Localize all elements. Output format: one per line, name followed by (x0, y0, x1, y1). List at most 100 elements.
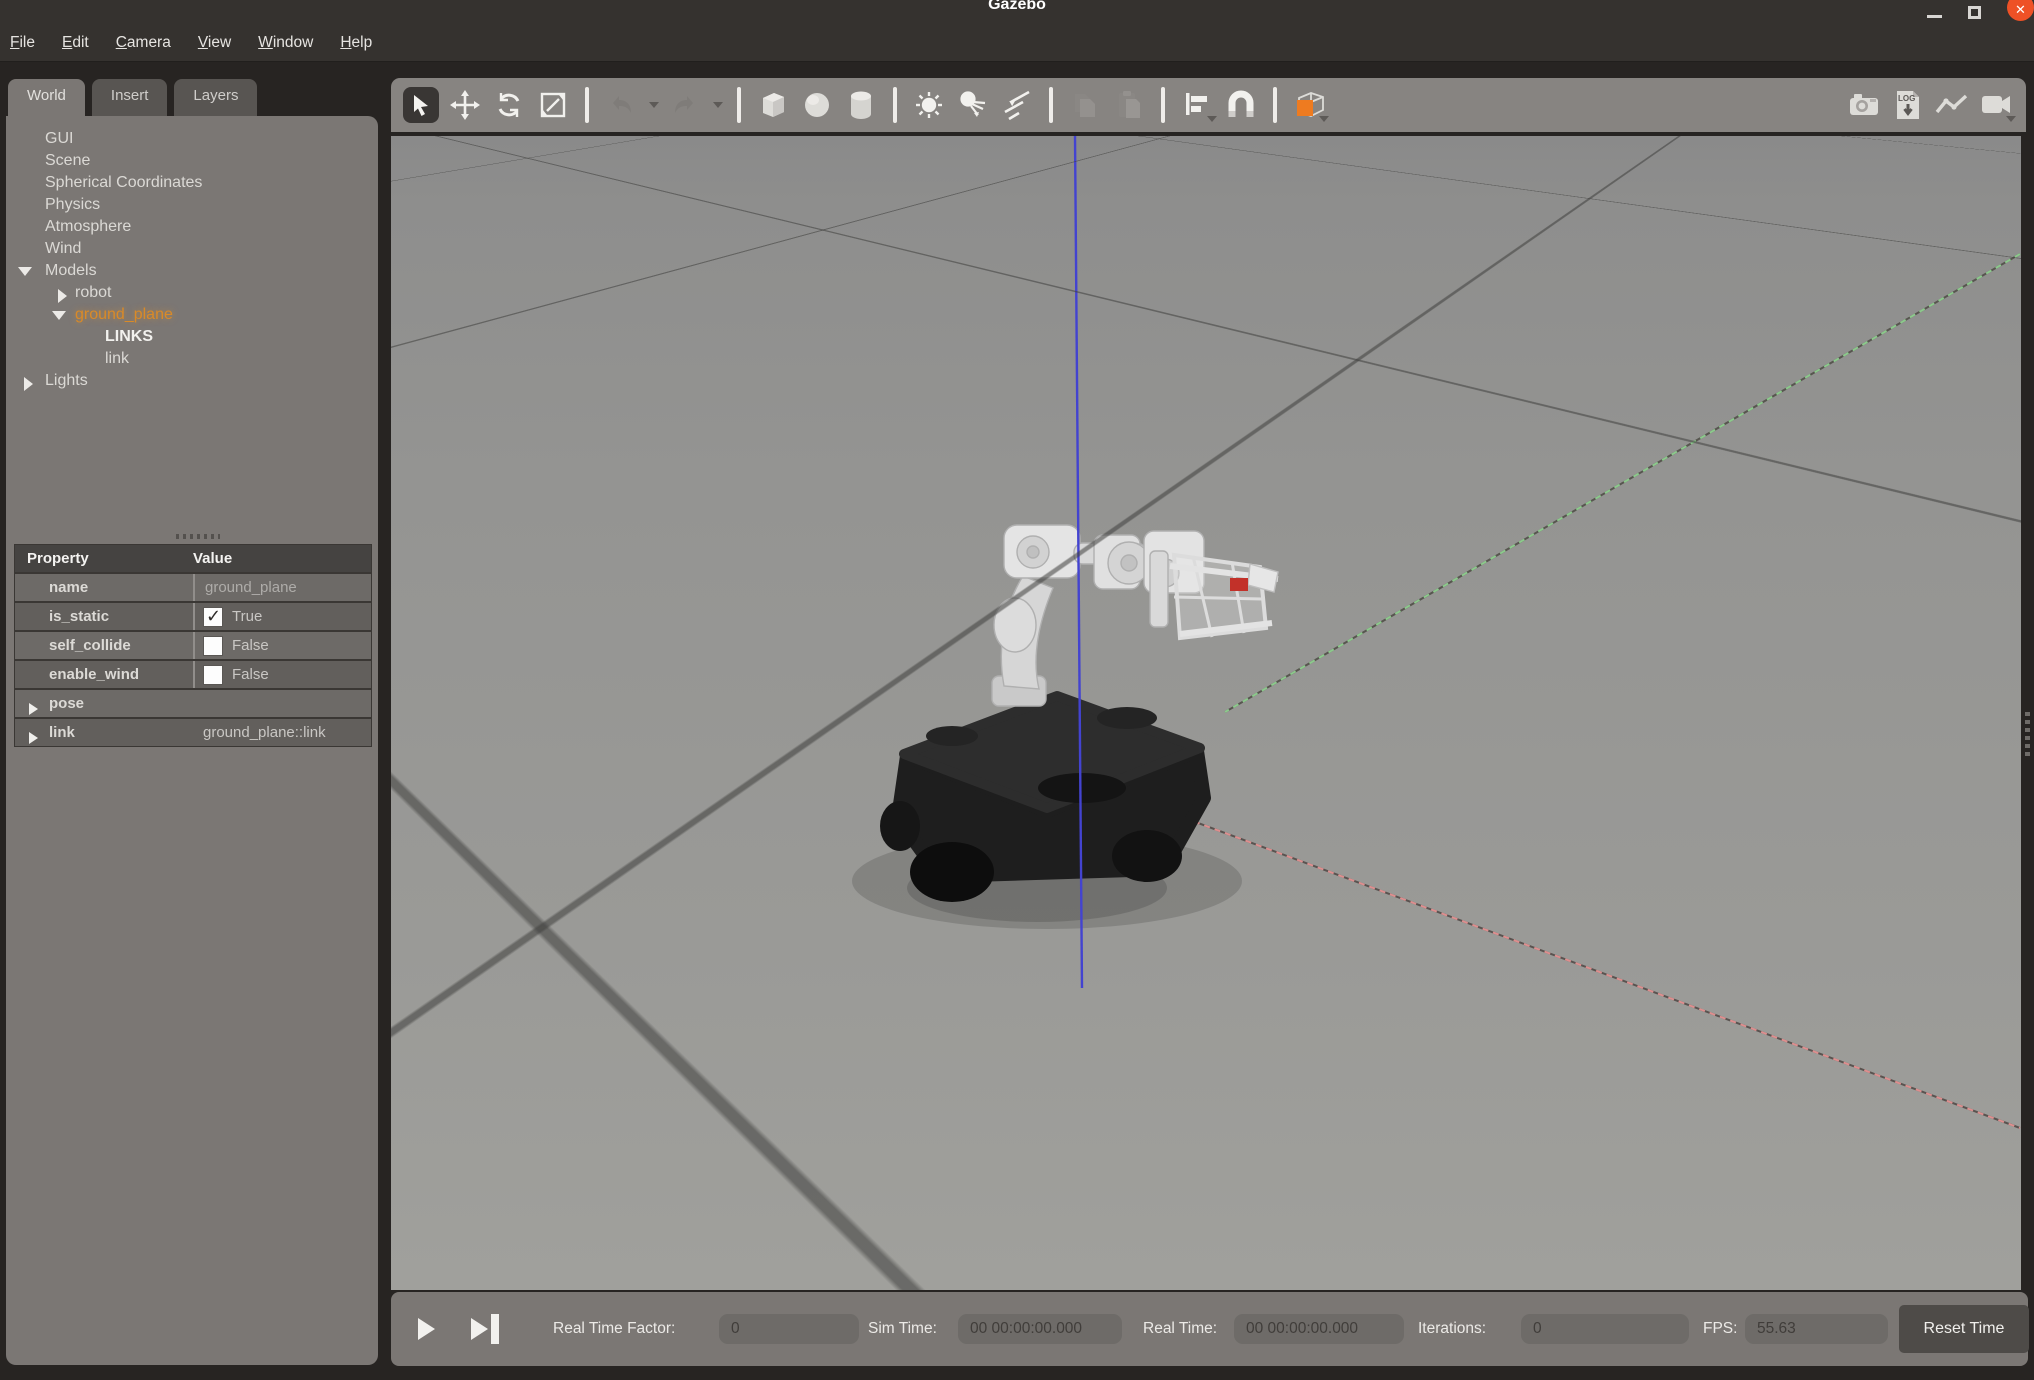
world-panel: GUI Scene Spherical Coordinates Physics … (6, 116, 378, 1365)
checkbox-checked-icon[interactable] (203, 607, 223, 627)
world-tree: GUI Scene Spherical Coordinates Physics … (6, 116, 378, 520)
tree-item-label: link (105, 348, 129, 370)
undo-button[interactable] (603, 87, 639, 123)
tree-item-label: Physics (45, 194, 100, 216)
directional-light-button[interactable] (999, 87, 1035, 123)
menu-window[interactable]: Window (258, 34, 313, 52)
tree-item-label: LINKS (105, 326, 153, 348)
expander-icon[interactable] (58, 289, 67, 303)
menu-file[interactable]: File (10, 34, 35, 52)
sphere-shape-icon (802, 90, 832, 120)
toolbar-separator (1273, 87, 1277, 123)
view-angle-button[interactable] (1291, 87, 1327, 123)
tree-item-physics[interactable]: Physics (6, 194, 378, 216)
tree-item-scene[interactable]: Scene (6, 150, 378, 172)
tab-layers[interactable]: Layers (174, 79, 257, 116)
tree-item-ground-plane[interactable]: ground_plane (6, 304, 378, 326)
step-icon (491, 1314, 499, 1344)
property-row-link[interactable]: link ground_plane::link (15, 717, 371, 746)
real-time-factor-field[interactable]: 0 (719, 1314, 859, 1344)
property-row-is-static[interactable]: is_static True (15, 601, 371, 630)
expander-icon[interactable] (29, 732, 38, 744)
expander-icon[interactable] (18, 267, 32, 276)
rotate-tool-button[interactable] (491, 87, 527, 123)
minimize-button[interactable] (1927, 15, 1942, 18)
point-light-button[interactable] (911, 87, 947, 123)
scene-viewport[interactable] (391, 136, 2021, 1290)
robot-model[interactable] (852, 525, 1278, 929)
tree-item-robot[interactable]: robot (6, 282, 378, 304)
sim-time-field[interactable]: 00 00:00:00.000 (958, 1314, 1122, 1344)
scale-tool-button[interactable] (535, 87, 571, 123)
menu-help[interactable]: Help (340, 34, 372, 52)
record-video-button[interactable] (1978, 87, 2014, 123)
close-button[interactable] (2007, 0, 2034, 21)
expander-icon[interactable] (29, 703, 38, 715)
real-time-field[interactable]: 00 00:00:00.000 (1234, 1314, 1404, 1344)
expander-icon[interactable] (52, 311, 66, 320)
box-shape-icon (757, 89, 789, 121)
viewport-splitter-handle[interactable] (2025, 712, 2030, 756)
reset-time-button[interactable]: Reset Time (1899, 1305, 2029, 1353)
tree-item-link[interactable]: link (6, 348, 378, 370)
expander-icon[interactable] (24, 377, 33, 391)
status-bar: Real Time Factor: 0 Sim Time: 00 00:00:0… (391, 1292, 2028, 1366)
robot-arm (992, 525, 1204, 706)
maximize-button[interactable] (1968, 6, 1981, 19)
insert-box-button[interactable] (755, 87, 791, 123)
rotate-arrows-icon (495, 91, 523, 119)
robot-gripper (1170, 555, 1278, 638)
toolbar-separator (585, 87, 589, 123)
property-value: True (232, 608, 262, 625)
align-button[interactable] (1179, 87, 1215, 123)
video-options-caret-icon[interactable] (2006, 116, 2016, 122)
checkbox-unchecked-icon[interactable] (203, 665, 223, 685)
step-button[interactable] (471, 1314, 499, 1344)
move-arrows-icon (450, 90, 480, 120)
tree-item-atmosphere[interactable]: Atmosphere (6, 216, 378, 238)
window-title: Gazebo (0, 0, 2034, 14)
spot-light-icon (958, 90, 988, 120)
copy-button[interactable] (1067, 87, 1103, 123)
translate-tool-button[interactable] (447, 87, 483, 123)
play-button[interactable] (418, 1318, 435, 1340)
property-label: link (15, 724, 193, 741)
insert-cylinder-button[interactable] (843, 87, 879, 123)
tree-item-models[interactable]: Models (6, 260, 378, 282)
cylinder-shape-icon (847, 90, 875, 120)
view-toolbar: LOG (391, 78, 2026, 135)
insert-sphere-button[interactable] (799, 87, 835, 123)
snap-button[interactable] (1223, 87, 1259, 123)
menu-camera[interactable]: Camera (116, 34, 171, 52)
paste-button[interactable] (1111, 87, 1147, 123)
select-tool-button[interactable] (403, 87, 439, 123)
screenshot-button[interactable] (1846, 87, 1882, 123)
redo-history-caret-icon[interactable] (713, 102, 723, 108)
tree-item-lights[interactable]: Lights (6, 370, 378, 392)
undo-history-caret-icon[interactable] (649, 102, 659, 108)
property-row-self-collide[interactable]: self_collide False (15, 630, 371, 659)
menu-view[interactable]: View (198, 34, 231, 52)
align-options-caret-icon[interactable] (1207, 116, 1217, 122)
tree-item-links[interactable]: LINKS (6, 326, 378, 348)
checkbox-unchecked-icon[interactable] (203, 636, 223, 656)
property-row-enable-wind[interactable]: enable_wind False (15, 659, 371, 688)
property-row-pose[interactable]: pose (15, 688, 371, 717)
toolbar-separator (737, 87, 741, 123)
view-angle-caret-icon[interactable] (1319, 116, 1329, 122)
tab-insert[interactable]: Insert (92, 79, 168, 116)
fps-field[interactable]: 55.63 (1745, 1314, 1888, 1344)
tree-item-gui[interactable]: GUI (6, 128, 378, 150)
log-recorder-button[interactable]: LOG (1890, 87, 1926, 123)
tab-world[interactable]: World (8, 79, 85, 116)
plot-button[interactable] (1934, 87, 1970, 123)
menu-edit[interactable]: Edit (62, 34, 89, 52)
redo-arrow-icon (671, 91, 699, 119)
panel-splitter-handle[interactable] (176, 534, 220, 539)
property-row-name[interactable]: name ground_plane (15, 572, 371, 601)
tree-item-wind[interactable]: Wind (6, 238, 378, 260)
iterations-field[interactable]: 0 (1521, 1314, 1689, 1344)
spot-light-button[interactable] (955, 87, 991, 123)
tree-item-spherical-coordinates[interactable]: Spherical Coordinates (6, 172, 378, 194)
redo-button[interactable] (667, 87, 703, 123)
